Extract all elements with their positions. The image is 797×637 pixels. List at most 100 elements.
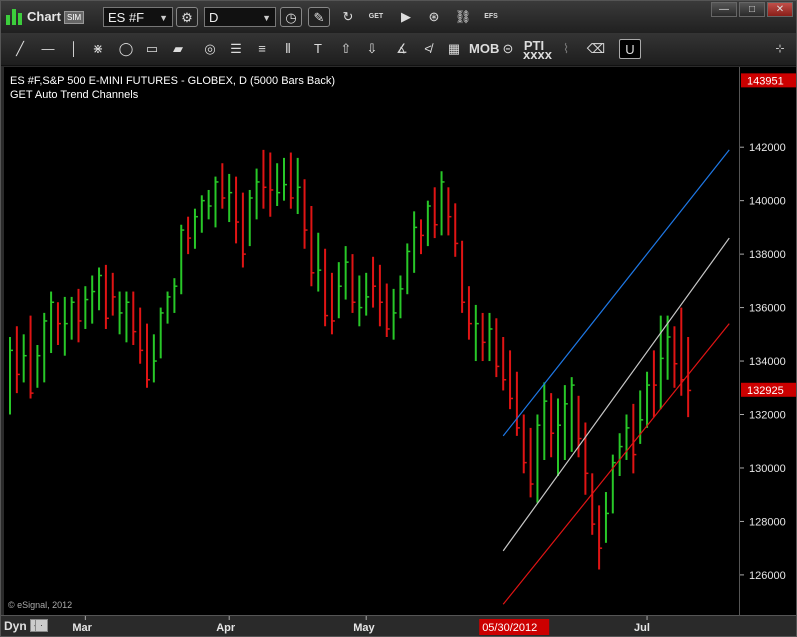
- ohlc-bar: [481, 312, 486, 362]
- link-settings-icon[interactable]: ⚙: [176, 7, 198, 27]
- ohlc-bar: [173, 278, 178, 313]
- ohlc-bar: [598, 505, 603, 570]
- ohlc-bar: [577, 395, 582, 458]
- ohlc-bar: [269, 152, 274, 217]
- ohlc-bar: [502, 336, 507, 391]
- ohlc-bar: [687, 336, 692, 418]
- price-chart[interactable]: [4, 67, 739, 615]
- ohlc-bar: [221, 163, 226, 209]
- object-list-icon[interactable]: ⊹: [769, 39, 791, 59]
- alert-icon[interactable]: ⊛: [423, 7, 445, 27]
- speed-lines-icon[interactable]: ≮: [417, 39, 439, 59]
- ohlc-bar: [509, 350, 514, 410]
- ohlc-bar: [529, 427, 534, 498]
- ellipse-tool-icon[interactable]: ◯: [115, 39, 137, 59]
- ohlc-bar: [63, 296, 68, 356]
- ohlc-bar: [372, 256, 377, 308]
- ohlc-bar: [235, 176, 240, 244]
- ohlc-bar: [317, 232, 322, 292]
- maximize-button[interactable]: □: [739, 2, 765, 17]
- ohlc-bar: [420, 219, 424, 255]
- ohlc-bar: [406, 243, 411, 295]
- rectangle-tool-icon[interactable]: ▭: [141, 39, 163, 59]
- drawing-toolbar: ╱ — │ ⋇ ◯ ▭ ▰ ◎ ☰ ≡ ⦀ T ⇧ ⇩ ∡ ≮ ▦ MOB ⊝ …: [1, 33, 796, 66]
- ohlc-bar: [29, 315, 34, 399]
- dollar-tool-icon[interactable]: ⊝: [497, 39, 519, 59]
- close-button[interactable]: ✕: [767, 2, 793, 17]
- interval-value: D: [209, 10, 219, 25]
- ohlc-bar: [550, 393, 555, 458]
- time-zones-icon[interactable]: ⦀: [277, 39, 299, 59]
- ohlc-bar: [625, 414, 630, 460]
- ohlc-bar: [77, 288, 82, 343]
- ohlc-bar: [91, 275, 96, 324]
- price-axis[interactable]: 126000 128000 130000 132000 134000 136000 1380…: [739, 67, 796, 615]
- clock-icon[interactable]: ◷: [280, 7, 302, 27]
- angle-tool-icon[interactable]: ∡: [391, 39, 413, 59]
- ohlc-bar: [337, 262, 342, 319]
- date-label-highlight: 05/30/2012: [482, 622, 537, 634]
- up-arrow-icon[interactable]: ⇧: [335, 39, 357, 59]
- ohlc-bar: [118, 291, 123, 335]
- chevron-down-icon[interactable]: ▼: [159, 8, 168, 28]
- grid-tool-icon[interactable]: ▦: [443, 39, 465, 59]
- ohlc-bar: [467, 286, 472, 340]
- y-tick-label: 130000: [749, 463, 786, 475]
- ohlc-bar: [193, 208, 198, 249]
- ohlc-bar: [536, 414, 541, 503]
- price-tag-label: 143951: [747, 75, 784, 87]
- ohlc-bar: [440, 171, 445, 236]
- ohlc-bar: [262, 149, 267, 209]
- ohlc-bar: [426, 200, 431, 247]
- interval-input[interactable]: D ▼: [204, 7, 276, 27]
- text-tool-icon[interactable]: T: [307, 39, 329, 59]
- ohlc-bar: [139, 307, 144, 364]
- down-arrow-icon[interactable]: ⇩: [361, 39, 383, 59]
- ohlc-bar: [399, 275, 404, 319]
- ohlc-bar: [522, 414, 527, 474]
- gann-tool-icon[interactable]: ≡: [251, 39, 273, 59]
- horizontal-line-icon[interactable]: —: [37, 39, 59, 59]
- y-tick-label: 142000: [749, 142, 786, 154]
- get-button[interactable]: GET: [365, 7, 387, 27]
- pti-button[interactable]: PTI xxxx: [523, 39, 552, 61]
- chevron-down-icon[interactable]: ▼: [262, 8, 271, 28]
- vertical-line-icon[interactable]: │: [63, 39, 85, 59]
- ohlc-bar: [50, 291, 55, 354]
- ohlc-bar: [351, 254, 356, 313]
- pencil-icon[interactable]: ✎: [308, 7, 330, 27]
- ohlc-bar: [132, 291, 137, 346]
- y-tick-label: 128000: [749, 516, 786, 528]
- ohlc-bar: [495, 318, 500, 378]
- cycles-tool-icon[interactable]: ◎: [199, 39, 221, 59]
- symbol-value: ES #F: [108, 10, 145, 25]
- ohlc-bar: [248, 189, 253, 247]
- ohlc-bar: [611, 454, 616, 514]
- ohlc-bar: [125, 291, 130, 343]
- symbol-input[interactable]: ES #F ▼: [103, 7, 173, 27]
- date-axis[interactable]: Dyn – · MarAprMay05/30/2012Jul: [1, 615, 796, 636]
- ohlc-bar: [474, 304, 479, 362]
- refresh-icon[interactable]: ↻: [337, 7, 359, 27]
- ohlc-bar: [344, 246, 349, 300]
- wave-tool-icon[interactable]: ⌇: [555, 39, 577, 59]
- ohlc-bar: [207, 189, 212, 220]
- fibonacci-tool-icon[interactable]: ☰: [225, 39, 247, 59]
- plot-area[interactable]: ES #F,S&P 500 E-MINI FUTURES - GLOBEX, D…: [4, 67, 739, 615]
- link-icon[interactable]: ⛓: [452, 7, 474, 27]
- y-tick-label: 140000: [749, 196, 786, 208]
- fork-tool-icon[interactable]: ⋇: [87, 39, 109, 59]
- x-tick-label: Apr: [216, 622, 236, 634]
- play-icon[interactable]: ▶: [395, 7, 417, 27]
- line-tool-icon[interactable]: ╱: [9, 39, 31, 59]
- minimize-button[interactable]: —: [711, 2, 737, 17]
- channel-tool-icon[interactable]: ▰: [167, 39, 189, 59]
- y-tick-label: 136000: [749, 303, 786, 315]
- ohlc-bar: [187, 216, 192, 255]
- mob-button[interactable]: MOB: [469, 39, 499, 59]
- ohlc-bar: [433, 187, 438, 239]
- eraser-icon[interactable]: ⌫: [585, 39, 607, 59]
- efs-button[interactable]: EFS: [480, 7, 502, 27]
- magnet-icon[interactable]: U: [619, 39, 641, 59]
- y-tick-label: 138000: [749, 249, 786, 261]
